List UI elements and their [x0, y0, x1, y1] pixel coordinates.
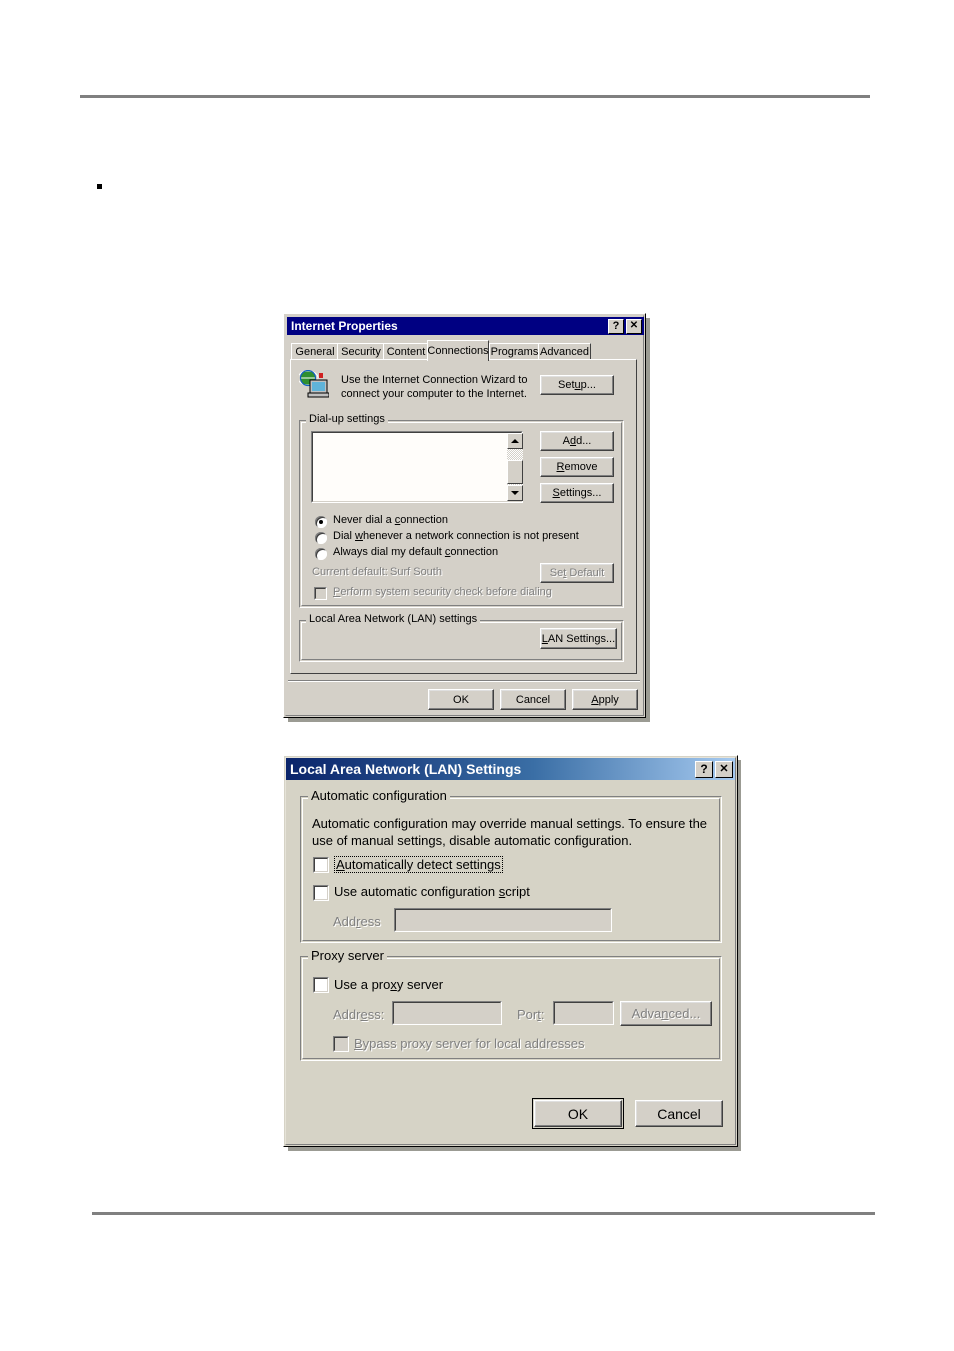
internet-properties-title: Internet Properties: [291, 319, 398, 333]
dialup-list-scrollbar[interactable]: [507, 433, 523, 501]
never-dial-radio-label: Never dial a connection: [333, 514, 448, 526]
proxy-address-input: [392, 1001, 502, 1025]
scroll-down-button[interactable]: [507, 485, 523, 501]
add-button-pre: A: [562, 435, 570, 447]
header-divider: [80, 95, 870, 98]
scroll-up-button[interactable]: [507, 433, 523, 449]
advanced-button: Advanced...: [620, 1001, 712, 1026]
lan-cancel-button-label: Cancel: [657, 1105, 701, 1122]
tab-general[interactable]: General: [291, 343, 339, 360]
lan-ok-button[interactable]: OK: [532, 1098, 624, 1129]
automatic-configuration-group-label: Automatic configuration: [308, 788, 450, 803]
proxy-port-input: [553, 1001, 614, 1025]
tab-security-label: Security: [341, 346, 381, 358]
dialup-connections-list[interactable]: [311, 431, 523, 503]
lan-settings-post: AN Settings...: [547, 632, 616, 645]
remove-button-post: emove: [564, 461, 598, 473]
wizard-text-line2: connect your computer to the Internet.: [341, 388, 527, 400]
close-icon[interactable]: ✕: [715, 760, 733, 778]
tab-programs-label: Programs: [490, 346, 539, 358]
proxy-port-label: Port:: [517, 1007, 545, 1022]
internet-properties-footer-divider: [288, 680, 640, 682]
ok-button-label: OK: [453, 693, 469, 706]
auto-config-address-label: Address: [333, 914, 381, 929]
footer-divider: [92, 1212, 875, 1215]
never-dial-radio[interactable]: [315, 516, 327, 528]
always-dial-radio[interactable]: [315, 548, 327, 560]
settings-button-accel: S: [552, 487, 560, 499]
add-button-post: d...: [576, 435, 592, 447]
bypass-proxy-checkbox: [333, 1036, 349, 1052]
lan-cancel-button[interactable]: Cancel: [635, 1100, 723, 1127]
auto-config-description-line1: Automatic configuration may override man…: [312, 816, 708, 831]
lan-settings-title: Local Area Network (LAN) Settings: [290, 761, 522, 777]
bypass-proxy-label: Bypass proxy server for local addresses: [354, 1036, 585, 1051]
tab-security[interactable]: Security: [337, 343, 385, 360]
lan-settings-button[interactable]: LAN Settings...: [540, 628, 617, 649]
lan-ok-button-label: OK: [567, 1105, 589, 1122]
chevron-up-icon: [511, 439, 519, 443]
tab-content[interactable]: Content: [383, 343, 429, 360]
current-default-label: Current default:: [312, 566, 388, 578]
auto-config-address-input: [394, 908, 612, 932]
close-icon[interactable]: ✕: [626, 318, 642, 334]
dial-whenever-radio[interactable]: [315, 532, 327, 544]
always-dial-radio-label: Always dial my default connection: [333, 546, 499, 558]
advanced-button-accel: n: [661, 1006, 669, 1021]
ok-button[interactable]: OK: [428, 689, 494, 710]
remove-button[interactable]: Remove: [540, 457, 614, 477]
current-default-value: Surf South: [390, 566, 442, 578]
advanced-button-pre: Adva: [631, 1006, 662, 1021]
tab-advanced-label: Advanced: [540, 346, 589, 358]
internet-properties-titlebar[interactable]: Internet Properties ? ✕: [287, 317, 644, 335]
use-proxy-server-checkbox[interactable]: [313, 977, 329, 993]
tab-connections[interactable]: Connections: [427, 340, 489, 361]
tab-general-label: General: [295, 346, 335, 358]
add-button[interactable]: Add...: [540, 431, 614, 451]
security-check-checkbox: [314, 587, 327, 600]
auto-config-script-label[interactable]: Use automatic configuration script: [334, 884, 530, 899]
auto-config-description-line2: use of manual settings, disable automati…: [312, 833, 633, 848]
auto-detect-settings-label[interactable]: Automatically detect settings: [334, 856, 503, 873]
lan-settings-group-label: Local Area Network (LAN) settings: [306, 613, 481, 625]
cancel-button-label: Cancel: [515, 693, 551, 706]
auto-config-script-checkbox[interactable]: [313, 885, 329, 901]
radio-dot: [319, 520, 323, 524]
bullet-marker: [97, 184, 102, 189]
set-default-pre: Se: [549, 567, 564, 579]
help-button[interactable]: ?: [608, 318, 624, 334]
settings-button[interactable]: Settings...: [540, 483, 614, 503]
use-proxy-server-label[interactable]: Use a proxy server: [334, 977, 443, 992]
help-button[interactable]: ?: [695, 760, 713, 778]
lan-dialog-shadow-bottom: [288, 1147, 741, 1151]
dial-whenever-radio-label: Dial whenever a network connection is no…: [333, 530, 579, 542]
security-check-label: Perform system security check before dia…: [333, 586, 552, 598]
apply-button-accel: A: [591, 693, 599, 706]
apply-button[interactable]: Apply: [572, 689, 638, 710]
setup-button[interactable]: Setup...: [540, 375, 614, 395]
scrollbar-thumb[interactable]: [507, 460, 523, 484]
internet-properties-shadow: [288, 718, 650, 722]
apply-button-post: pply: [598, 693, 619, 706]
wizard-text-line1: Use the Internet Connection Wizard to: [341, 374, 528, 386]
tab-advanced[interactable]: Advanced: [538, 343, 591, 360]
tab-connections-label: Connections: [427, 345, 489, 357]
internet-properties-shadow-right: [646, 318, 650, 722]
cancel-button[interactable]: Cancel: [500, 689, 566, 710]
lan-settings-titlebar[interactable]: Local Area Network (LAN) Settings ? ✕: [286, 758, 735, 780]
settings-button-post: ettings...: [559, 487, 602, 499]
auto-detect-settings-checkbox[interactable]: [313, 857, 329, 873]
proxy-server-group-label: Proxy server: [308, 948, 387, 963]
dialup-settings-group-label: Dial-up settings: [306, 413, 388, 425]
setup-button-label-pre: Set: [558, 379, 575, 391]
internet-connection-wizard-icon: [299, 370, 329, 398]
setup-button-label-post: p...: [580, 379, 596, 391]
set-default-post: Default: [566, 567, 605, 579]
proxy-address-label: Address:: [333, 1007, 385, 1022]
set-default-button: Set Default: [540, 563, 614, 583]
tab-programs[interactable]: Programs: [489, 343, 540, 360]
tab-content-label: Content: [386, 346, 426, 358]
chevron-down-icon: [511, 491, 519, 495]
advanced-button-post: ced...: [668, 1006, 701, 1021]
